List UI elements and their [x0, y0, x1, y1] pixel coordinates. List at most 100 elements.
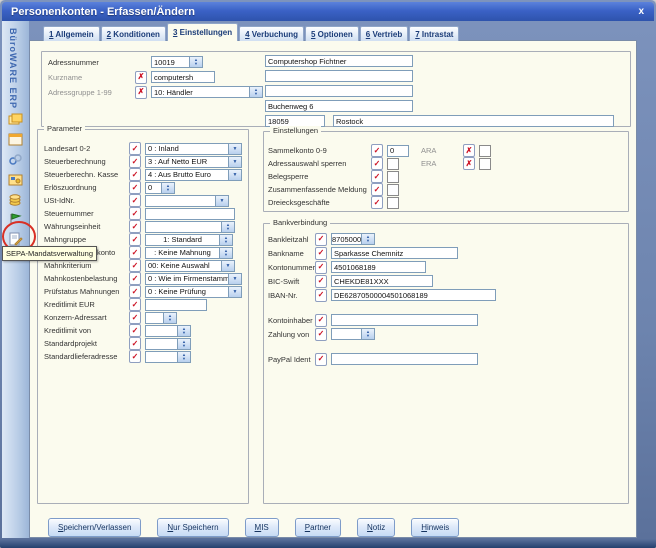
spin-field[interactable]: ▲▼ [145, 325, 191, 337]
select-field[interactable]: 3 : Auf Netto EUR▼ [145, 156, 242, 168]
check-flag-icon[interactable]: ✓ [129, 142, 141, 155]
flag-icon[interactable] [8, 212, 23, 227]
check-flag-icon[interactable]: ✓ [371, 144, 383, 157]
check-flag-icon[interactable]: ✓ [129, 259, 141, 272]
check-flag-icon[interactable]: ✓ [129, 337, 141, 350]
checkbox[interactable] [479, 145, 491, 157]
tab-3[interactable]: 3 Einstellungen [167, 23, 238, 41]
text-field[interactable] [265, 85, 413, 97]
spinner-icon[interactable]: ▲▼ [161, 183, 174, 193]
close-icon[interactable]: x [638, 6, 644, 17]
select-field[interactable]: 0 : Keine Prüfung▼ [145, 286, 242, 298]
tab-2[interactable]: 2 Konditionen [101, 26, 166, 41]
check-flag-icon[interactable]: ✓ [129, 220, 141, 233]
tab-1[interactable]: 1 Allgemein [43, 26, 100, 41]
check-flag-icon[interactable]: ✓ [129, 324, 141, 337]
dropdown-arrow-icon[interactable]: ▼ [228, 144, 241, 154]
check-flag-icon[interactable]: ✓ [315, 275, 327, 288]
check-flag-icon[interactable]: ✓ [129, 181, 141, 194]
check-flag-icon[interactable]: ✓ [129, 285, 141, 298]
spinner-icon[interactable]: ▲▼ [361, 234, 374, 244]
check-flag-icon[interactable]: ✓ [129, 246, 141, 259]
check-flag-icon[interactable]: ✓ [129, 207, 141, 220]
dropdown-arrow-icon[interactable]: ▼ [228, 274, 241, 284]
check-flag-icon[interactable]: ✓ [371, 183, 383, 196]
spinner-icon[interactable]: ▲▼ [163, 313, 176, 323]
spinner-icon[interactable]: ▲▼ [219, 235, 232, 245]
check-flag-icon[interactable]: ✓ [315, 247, 327, 260]
spinner-icon[interactable]: ▲▼ [189, 57, 202, 67]
text-field[interactable]: computersh [151, 71, 215, 83]
checkbox[interactable] [387, 197, 399, 209]
partner-button[interactable]: Partner [295, 518, 341, 537]
checkbox[interactable] [387, 171, 399, 183]
speichern-verlassen-button[interactable]: Speichern/Verlassen [48, 518, 141, 537]
text-field[interactable]: 0 [387, 145, 409, 157]
spin-field[interactable]: 87050000▲▼ [331, 233, 375, 245]
check-flag-icon[interactable]: ✓ [315, 233, 327, 246]
form-window-icon[interactable] [8, 132, 23, 147]
spinner-icon[interactable]: ▲▼ [361, 329, 374, 339]
check-flag-icon[interactable]: ✓ [371, 157, 383, 170]
text-field[interactable]: Computershop Fichtner [265, 55, 413, 67]
sepa-mandate-icon[interactable] [8, 232, 23, 247]
check-flag-icon[interactable]: ✓ [129, 272, 141, 285]
index-cards-icon[interactable] [8, 112, 23, 127]
tab-4[interactable]: 4 Verbuchung [239, 26, 304, 41]
text-field[interactable]: 4501068189 [331, 261, 426, 273]
spin-field[interactable]: 0▲▼ [145, 182, 175, 194]
x-flag-icon[interactable]: ✗ [135, 71, 147, 84]
notiz-button[interactable]: Notiz [357, 518, 395, 537]
spinner-icon[interactable]: ▲▼ [221, 222, 234, 232]
check-flag-icon[interactable]: ✓ [315, 289, 327, 302]
checkbox[interactable] [479, 158, 491, 170]
spin-field[interactable]: ▲▼ [331, 328, 375, 340]
text-field[interactable]: DE62870500004501068189 [331, 289, 496, 301]
hinweis-button[interactable]: Hinweis [411, 518, 459, 537]
checkbox[interactable] [387, 158, 399, 170]
check-flag-icon[interactable]: ✓ [371, 170, 383, 183]
x-flag-icon[interactable]: ✗ [463, 157, 475, 170]
check-flag-icon[interactable]: ✓ [371, 196, 383, 209]
check-flag-icon[interactable]: ✓ [129, 298, 141, 311]
spinner-icon[interactable]: ▲▼ [177, 352, 190, 362]
check-flag-icon[interactable]: ✓ [129, 350, 141, 363]
tab-5[interactable]: 5 Optionen [305, 26, 359, 41]
dropdown-arrow-icon[interactable]: ▼ [228, 157, 241, 167]
check-flag-icon[interactable]: ✓ [129, 155, 141, 168]
spin-field[interactable]: : Keine Mahnung▲▼ [145, 247, 233, 259]
spinner-icon[interactable]: ▲▼ [177, 326, 190, 336]
coins-icon[interactable] [8, 192, 23, 207]
spin-field[interactable]: ▲▼ [145, 221, 235, 233]
check-flag-icon[interactable]: ✓ [315, 261, 327, 274]
text-field[interactable]: Rostock [333, 115, 614, 127]
text-field[interactable]: Sparkasse Chemnitz [331, 247, 458, 259]
text-field[interactable]: CHEKDE81XXX [331, 275, 433, 287]
text-field[interactable] [265, 70, 413, 82]
spin-field[interactable]: ▲▼ [145, 338, 191, 350]
tab-6[interactable]: 6 Vertrieb [360, 26, 408, 41]
text-field[interactable] [331, 353, 478, 365]
x-flag-icon[interactable]: ✗ [135, 86, 147, 99]
spin-field[interactable]: ▲▼ [145, 351, 191, 363]
checkbox[interactable] [387, 184, 399, 196]
check-flag-icon[interactable]: ✓ [315, 314, 327, 327]
link-icon[interactable] [8, 152, 23, 167]
check-flag-icon[interactable]: ✓ [129, 233, 141, 246]
spin-field[interactable]: ▲▼ [145, 312, 177, 324]
select-field[interactable]: 0 : Inland▼ [145, 143, 242, 155]
cash-register-icon[interactable] [8, 172, 23, 187]
spin-field[interactable]: 1: Standard▲▼ [145, 234, 233, 246]
check-flag-icon[interactable]: ✓ [129, 194, 141, 207]
spinner-icon[interactable]: ▲▼ [249, 87, 262, 97]
nur-speichern-button[interactable]: Nur Speichern [157, 518, 228, 537]
select-field[interactable]: 0 : Wie im Firmenstamm eing▼ [145, 273, 242, 285]
dropdown-arrow-icon[interactable]: ▼ [228, 170, 241, 180]
dropdown-arrow-icon[interactable]: ▼ [215, 196, 228, 206]
text-field[interactable] [145, 299, 207, 311]
check-flag-icon[interactable]: ✓ [315, 353, 327, 366]
select-field[interactable]: 00: Keine Auswahl▼ [145, 260, 235, 272]
select-field[interactable]: ▼ [145, 195, 229, 207]
text-field[interactable]: Buchenweg 6 [265, 100, 413, 112]
select-field[interactable]: 4 : Aus Brutto Euro▼ [145, 169, 242, 181]
